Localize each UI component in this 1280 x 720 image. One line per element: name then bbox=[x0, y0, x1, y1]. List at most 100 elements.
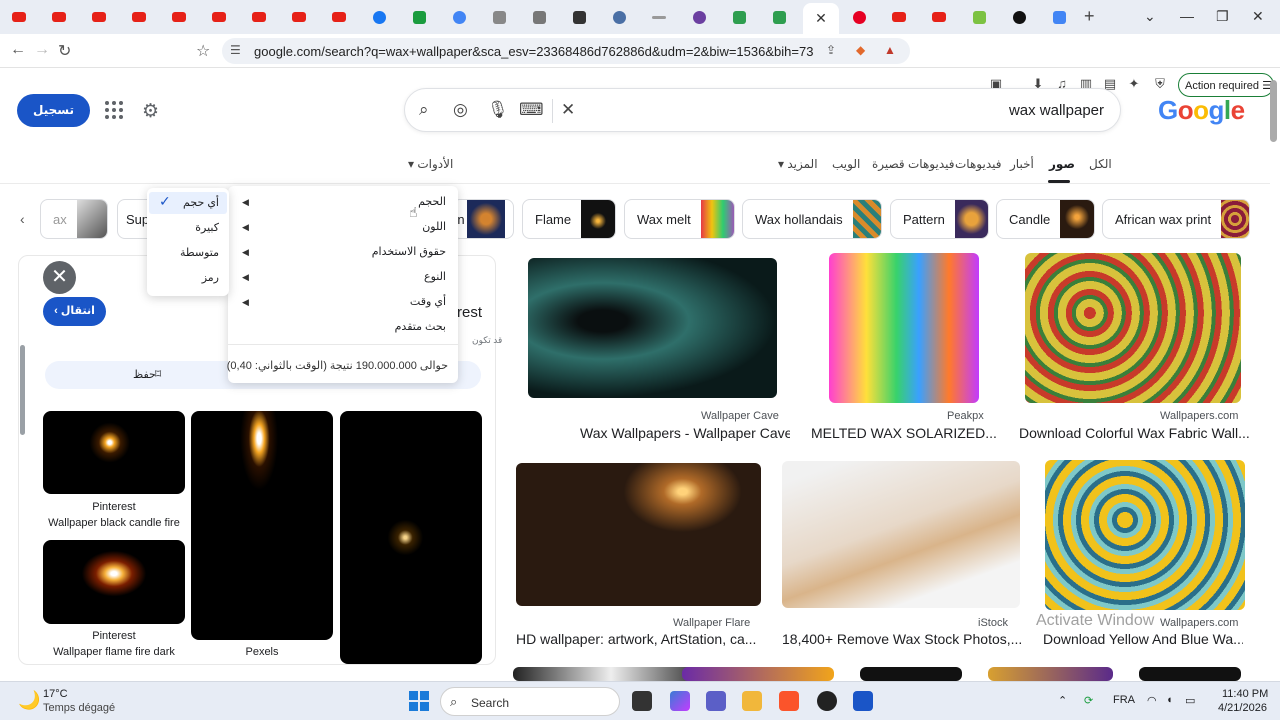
reload-icon[interactable]: ↻ bbox=[58, 41, 71, 61]
clear-icon[interactable]: ✕ bbox=[561, 100, 575, 120]
bookmark-icon[interactable]: ☆ bbox=[196, 41, 210, 61]
rewards-icon[interactable]: ▲ bbox=[884, 43, 896, 57]
file-explorer-icon[interactable] bbox=[742, 691, 762, 711]
tab-web[interactable]: الويب bbox=[832, 157, 860, 171]
battery-icon[interactable]: ▭ bbox=[1185, 694, 1195, 707]
browser-tab[interactable] bbox=[526, 6, 552, 28]
settings-gear-icon[interactable]: ⚙ bbox=[142, 100, 159, 123]
copilot-icon[interactable] bbox=[670, 691, 690, 711]
result-source[interactable]: Wallpapers.com bbox=[1160, 410, 1238, 422]
chip-candle[interactable]: Candle bbox=[996, 199, 1095, 239]
close-panel-button[interactable]: ✕ bbox=[43, 261, 76, 294]
url-text[interactable]: google.com/search?q=wax+wallpaper&sca_es… bbox=[254, 44, 814, 59]
result-title[interactable]: Wax Wallpapers - Wallpaper Cave bbox=[580, 425, 790, 441]
chip-wax-melt[interactable]: Wax melt bbox=[624, 199, 735, 239]
apps-grid-icon[interactable] bbox=[105, 101, 123, 119]
result-source[interactable]: Wallpaper Cave bbox=[701, 410, 779, 422]
browser-tab[interactable] bbox=[6, 6, 32, 28]
result-image[interactable] bbox=[1045, 460, 1245, 610]
browser-tab[interactable] bbox=[326, 6, 352, 28]
related-thumbnail[interactable] bbox=[43, 540, 185, 624]
minimize-icon[interactable]: — bbox=[1180, 8, 1194, 24]
result-source[interactable]: Peakpx bbox=[947, 410, 984, 422]
browser-tab[interactable] bbox=[566, 6, 592, 28]
search-box[interactable]: ⌕ ◎ 🎙 ⌨ ✕ wax wallpaper bbox=[404, 88, 1121, 132]
browser-tab[interactable] bbox=[846, 6, 872, 28]
menu-item-time[interactable]: أي وقت bbox=[410, 295, 446, 308]
result-image[interactable] bbox=[1025, 253, 1241, 403]
browser-tab[interactable] bbox=[646, 6, 672, 28]
task-view-icon[interactable] bbox=[632, 691, 652, 711]
windows-start-icon[interactable] bbox=[409, 691, 429, 711]
result-image[interactable] bbox=[513, 667, 709, 681]
result-image[interactable] bbox=[1139, 667, 1241, 681]
result-image[interactable] bbox=[516, 463, 761, 606]
related-thumbnail[interactable] bbox=[340, 411, 482, 664]
browser-tab[interactable] bbox=[926, 6, 952, 28]
browser-tab[interactable] bbox=[246, 6, 272, 28]
browser-tab[interactable] bbox=[606, 6, 632, 28]
language-indicator[interactable]: FRA bbox=[1113, 694, 1135, 706]
address-bar[interactable]: ☰ google.com/search?q=wax+wallpaper&sca_… bbox=[222, 38, 910, 64]
browser-tab[interactable] bbox=[486, 6, 512, 28]
browser-tab[interactable] bbox=[206, 6, 232, 28]
keyboard-icon[interactable]: ⌨ bbox=[519, 100, 544, 120]
browser-tab[interactable] bbox=[286, 6, 312, 28]
clock-date[interactable]: 4/21/2026 bbox=[1218, 702, 1267, 714]
app-v-icon[interactable] bbox=[853, 691, 873, 711]
result-image[interactable] bbox=[528, 258, 777, 398]
tab-videos[interactable]: فيديوهات bbox=[955, 157, 1001, 171]
browser-tab[interactable] bbox=[46, 6, 72, 28]
maximize-icon[interactable]: ❐ bbox=[1216, 8, 1229, 25]
weather-temperature[interactable]: 17°C bbox=[43, 688, 68, 700]
result-title[interactable]: 18,400+ Remove Wax Stock Photos,... bbox=[782, 631, 1022, 647]
browser-tab[interactable] bbox=[966, 6, 992, 28]
browser-tab[interactable] bbox=[86, 6, 112, 28]
size-option-any[interactable]: أي حجم bbox=[183, 196, 219, 209]
weather-description[interactable]: Temps dégagé bbox=[43, 702, 115, 714]
tray-expand-icon[interactable]: ⌃ bbox=[1058, 694, 1067, 707]
new-tab-button[interactable]: + bbox=[1084, 6, 1095, 27]
signin-button[interactable]: تسجيل الدخول bbox=[17, 94, 90, 150]
chip-wax-hollandais[interactable]: Wax hollandais bbox=[742, 199, 882, 239]
tab-more[interactable]: ▾ المزيد bbox=[778, 157, 818, 171]
site-info-icon[interactable]: ☰ bbox=[230, 43, 241, 57]
menu-item-color[interactable]: اللون bbox=[422, 220, 446, 233]
browser-tab[interactable] bbox=[766, 6, 792, 28]
result-image[interactable] bbox=[782, 461, 1020, 608]
browser-tab[interactable] bbox=[1006, 6, 1032, 28]
lens-icon[interactable]: ◎ bbox=[453, 100, 468, 120]
chip-african-wax-print[interactable]: African wax print bbox=[1102, 199, 1250, 239]
tab-short-videos[interactable]: فيديوهات قصيرة bbox=[872, 157, 954, 171]
clock-time[interactable]: 11:40 PM bbox=[1222, 688, 1268, 700]
related-title[interactable]: Wallpaper black candle fire bbox=[43, 517, 185, 529]
window-close-icon[interactable]: ✕ bbox=[1252, 8, 1264, 25]
brave-browser-icon[interactable] bbox=[779, 691, 799, 711]
result-source[interactable]: Wallpapers.com bbox=[1160, 617, 1238, 629]
browser-tab[interactable] bbox=[126, 6, 152, 28]
result-title[interactable]: Download Yellow And Blue Wa... bbox=[1043, 631, 1243, 647]
volume-icon[interactable]: ◖ bbox=[1166, 694, 1173, 706]
result-title[interactable]: MELTED WAX SOLARIZED... bbox=[811, 425, 997, 441]
browser-tab[interactable] bbox=[726, 6, 752, 28]
chip-flame[interactable]: Flame bbox=[522, 199, 616, 239]
tab-news[interactable]: أخبار bbox=[1010, 157, 1034, 171]
browser-tab[interactable] bbox=[886, 6, 912, 28]
tab-images[interactable]: صور bbox=[1049, 157, 1075, 171]
search-query[interactable]: wax wallpaper bbox=[1009, 102, 1104, 119]
sync-icon[interactable]: ⟳ bbox=[1084, 694, 1093, 707]
weather-moon-icon[interactable]: 🌙 bbox=[18, 690, 40, 711]
teams-icon[interactable] bbox=[706, 691, 726, 711]
browser-tab-active[interactable]: ✕ bbox=[803, 3, 839, 34]
chip-partial[interactable]: ax bbox=[40, 199, 108, 239]
app-icon[interactable] bbox=[817, 691, 837, 711]
action-required-button[interactable]: Action required ☰ bbox=[1178, 73, 1274, 97]
browser-tab[interactable] bbox=[406, 6, 432, 28]
tab-all[interactable]: الكل bbox=[1089, 157, 1112, 171]
browser-tab[interactable] bbox=[366, 6, 392, 28]
related-title[interactable]: Wallpaper flame fire dark bbox=[43, 646, 185, 658]
menu-item-usage-rights[interactable]: حقوق الاستخدام bbox=[372, 245, 446, 258]
browser-tab[interactable] bbox=[1046, 6, 1072, 28]
page-scrollbar[interactable] bbox=[1270, 80, 1277, 142]
panel-scrollbar[interactable] bbox=[20, 345, 25, 435]
